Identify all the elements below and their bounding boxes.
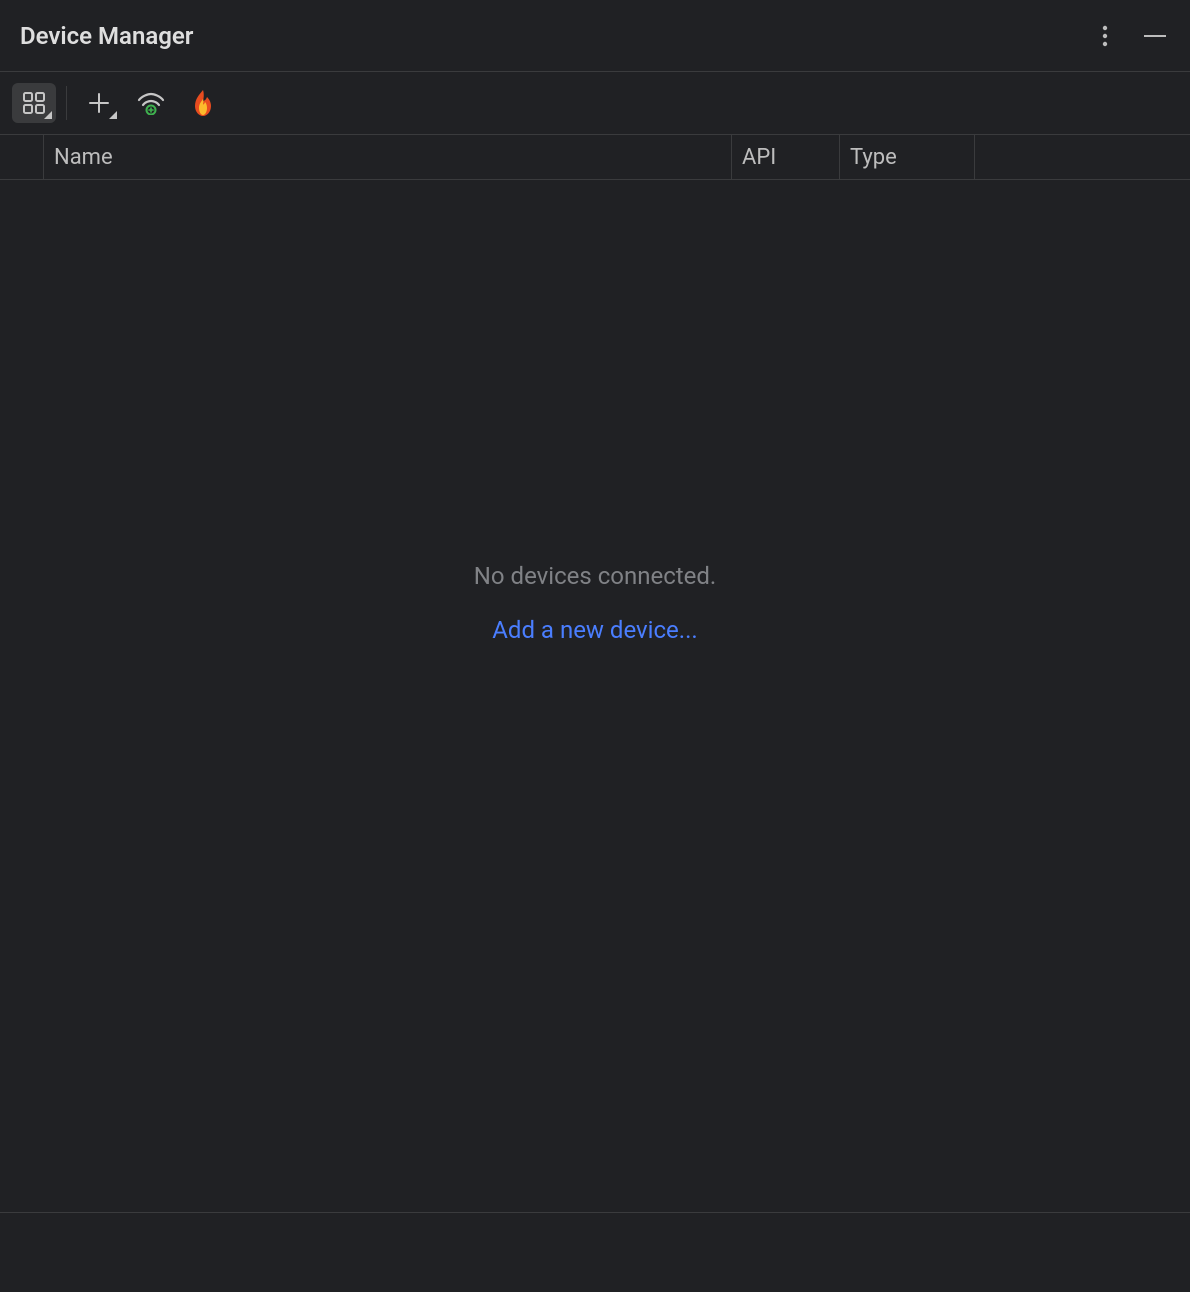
- expand-corner-icon: [109, 111, 117, 119]
- empty-message: No devices connected.: [474, 562, 716, 590]
- header-actions: [1090, 21, 1170, 51]
- toolbar: [0, 72, 1190, 134]
- toolbar-divider: [66, 86, 67, 120]
- expand-corner-icon: [44, 111, 52, 119]
- plus-icon: [87, 91, 111, 115]
- wifi-add-icon: [137, 91, 165, 115]
- panel-title: Device Manager: [20, 22, 193, 50]
- minimize-button[interactable]: [1140, 21, 1170, 51]
- table-handle-column: [0, 135, 44, 179]
- minimize-icon: [1144, 34, 1166, 38]
- empty-state: No devices connected. Add a new device..…: [0, 180, 1190, 1212]
- column-header-type[interactable]: Type: [840, 135, 975, 179]
- table-header: Name API Type: [0, 134, 1190, 180]
- pair-wifi-button[interactable]: [129, 83, 173, 123]
- panel-footer: [0, 1212, 1190, 1292]
- column-header-actions: [975, 135, 1190, 179]
- add-device-button[interactable]: [77, 83, 121, 123]
- flame-icon: [192, 89, 214, 117]
- add-device-link[interactable]: Add a new device...: [492, 616, 698, 644]
- firebase-button[interactable]: [181, 83, 225, 123]
- column-header-api[interactable]: API: [732, 135, 840, 179]
- grid-icon: [22, 91, 46, 115]
- kebab-icon: [1102, 24, 1108, 48]
- column-header-name[interactable]: Name: [44, 135, 732, 179]
- device-explorer-button[interactable]: [12, 83, 56, 123]
- panel-header: Device Manager: [0, 0, 1190, 72]
- more-options-button[interactable]: [1090, 21, 1120, 51]
